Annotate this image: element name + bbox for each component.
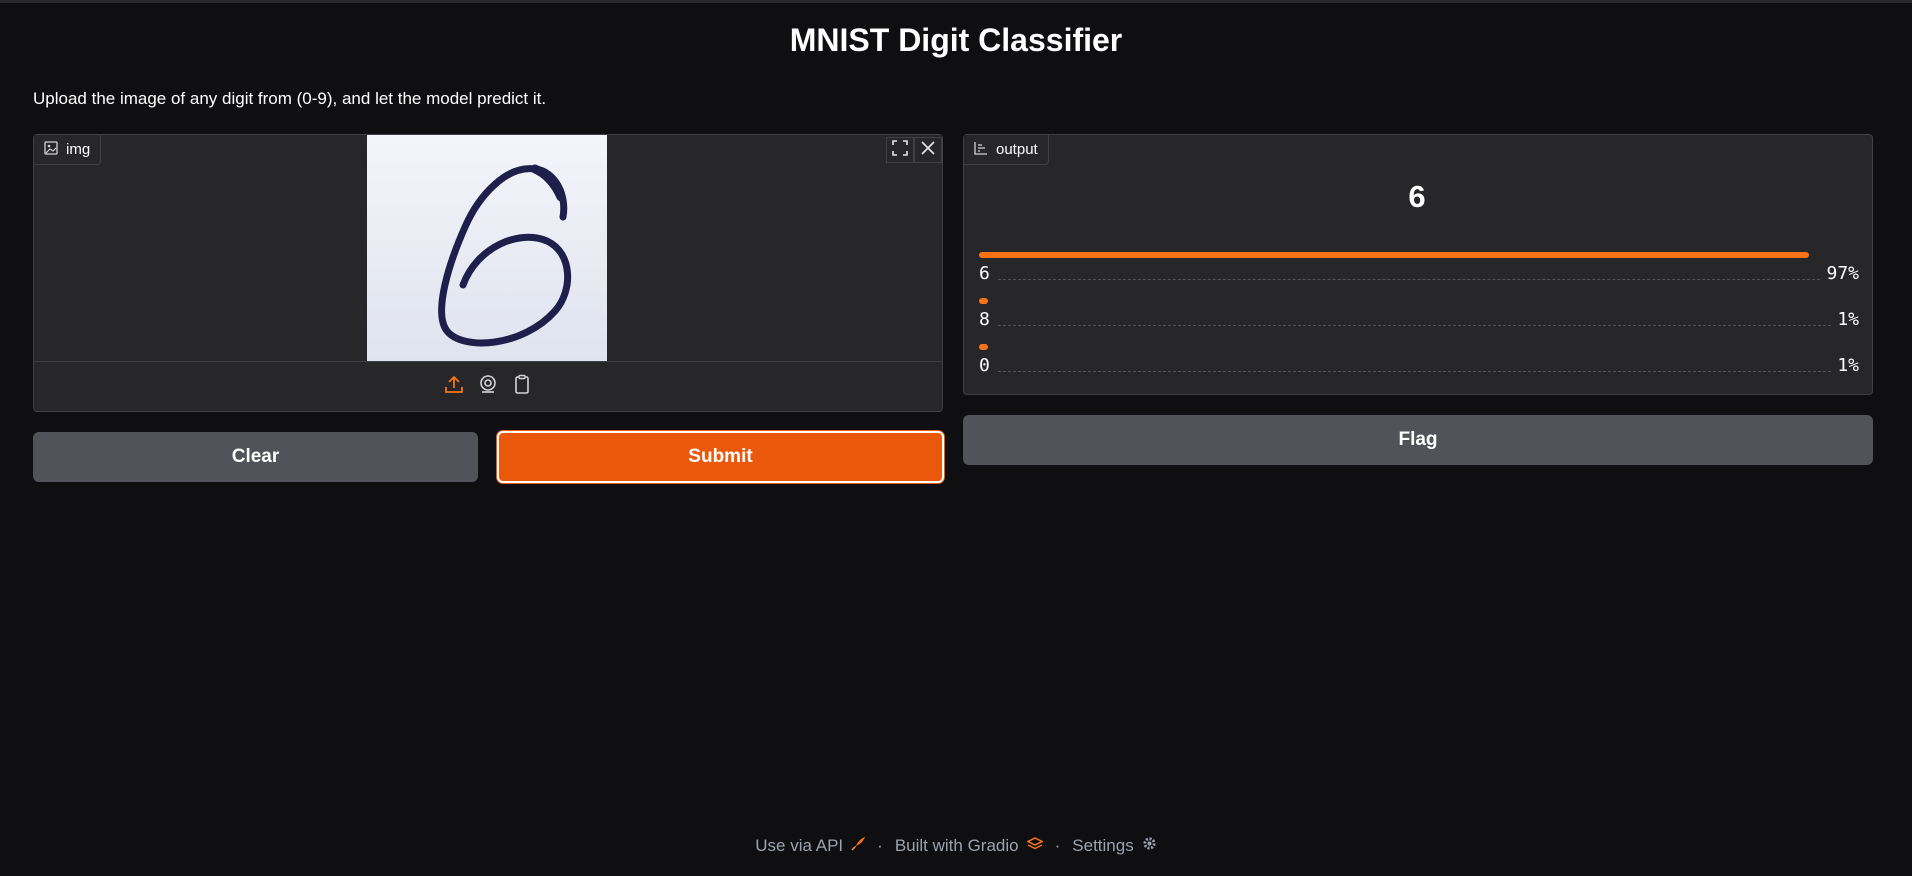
flag-button-label: Flag: [1398, 429, 1438, 450]
confidence-label: 8: [979, 309, 990, 330]
predicted-label: 6: [1408, 179, 1426, 214]
confidence-percent: 1%: [1837, 309, 1859, 330]
output-label: output: [964, 135, 1049, 165]
confidence-bar: [979, 344, 988, 350]
clear-image-button[interactable]: [914, 137, 942, 163]
page-title: MNIST Digit Classifier: [789, 22, 1123, 58]
fullscreen-icon: [892, 139, 908, 161]
confidence-percent: 97%: [1826, 263, 1859, 284]
submit-button-label: Submit: [688, 446, 753, 467]
settings-text: Settings: [1072, 836, 1134, 855]
clear-button-label: Clear: [231, 446, 280, 467]
close-icon: [920, 140, 936, 161]
confidence-text: 0 1%: [979, 354, 1859, 376]
bar-chart-icon: [974, 141, 988, 159]
built-with-gradio-link[interactable]: Built with Gradio: [894, 836, 1044, 856]
confidence-bar: [979, 298, 988, 304]
confidence-leader-dots: [997, 371, 1832, 372]
confidence-text: 6 97%: [979, 262, 1859, 284]
input-label-text: img: [66, 141, 91, 158]
digit-six-drawing: [367, 135, 607, 361]
settings-link[interactable]: Settings: [1072, 836, 1156, 856]
confidence-leader-dots: [997, 279, 1821, 280]
output-panel: output 6 6 97% 8 1% 0 1%: [963, 134, 1873, 395]
clipboard-icon[interactable]: [512, 374, 532, 399]
footer: Use via API · Built with Gradio · Settin…: [0, 836, 1912, 856]
built-with-gradio-text: Built with Gradio: [894, 836, 1019, 855]
use-via-api-link[interactable]: Use via API: [755, 836, 866, 856]
rocket-icon: [851, 836, 866, 856]
use-via-api-text: Use via API: [755, 836, 844, 855]
confidence-row: 0 1%: [979, 344, 1859, 384]
page-description: Upload the image of any digit from (0-9)…: [33, 89, 547, 108]
top-border: [0, 0, 1912, 3]
footer-separator: ·: [877, 836, 883, 855]
webcam-icon[interactable]: [478, 374, 498, 399]
gradio-logo-icon: [1025, 836, 1044, 856]
image-input-panel: img: [33, 134, 943, 412]
uploaded-digit-image: [367, 135, 607, 361]
clear-button[interactable]: Clear: [33, 432, 478, 482]
app-page: MNIST Digit Classifier Upload the image …: [0, 0, 1912, 876]
gear-icon: [1142, 836, 1157, 856]
confidence-bar: [979, 252, 1810, 258]
confidence-label: 0: [979, 355, 990, 376]
image-icon: [44, 140, 58, 159]
footer-separator: ·: [1054, 836, 1061, 855]
image-dropzone[interactable]: img: [34, 135, 942, 362]
confidence-text: 8 1%: [979, 308, 1859, 330]
confidence-label: 6: [979, 263, 990, 284]
confidence-row: 6 97%: [979, 252, 1859, 292]
upload-icon[interactable]: [444, 374, 464, 399]
input-label: img: [34, 135, 102, 165]
flag-button[interactable]: Flag: [963, 415, 1873, 465]
confidence-percent: 1%: [1837, 355, 1859, 376]
confidence-leader-dots: [997, 325, 1832, 326]
confidence-row: 8 1%: [979, 298, 1859, 338]
image-source-bar: [34, 362, 942, 410]
submit-button[interactable]: Submit: [497, 431, 944, 483]
output-label-text: output: [996, 141, 1038, 158]
fullscreen-button[interactable]: [886, 137, 914, 163]
